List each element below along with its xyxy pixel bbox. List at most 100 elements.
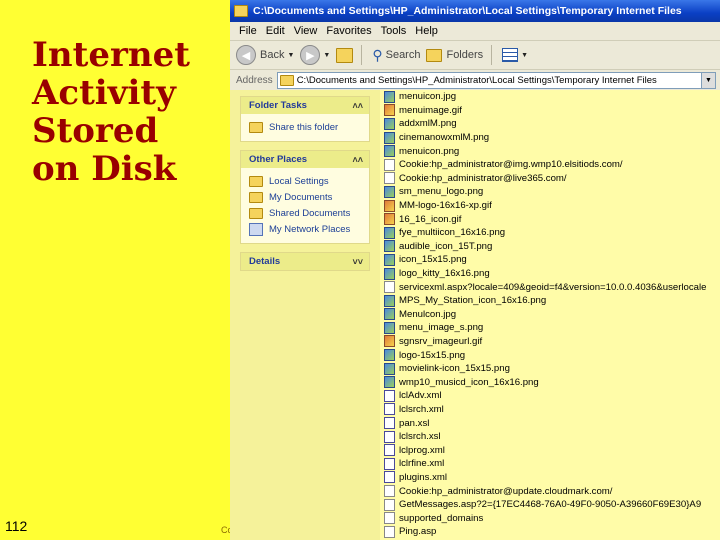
forward-button[interactable]: ▶ ▼ xyxy=(300,45,330,65)
file-item[interactable]: lclsrch.xml xyxy=(384,403,720,417)
place-local-settings[interactable]: Local Settings xyxy=(249,173,363,189)
up-folder-button[interactable] xyxy=(336,47,354,63)
img-file-icon xyxy=(384,294,395,307)
file-item[interactable]: lclAdv.xml xyxy=(384,389,720,403)
file-item[interactable]: sgnsrv_imageurl.gif xyxy=(384,335,720,349)
collapse-chevron-icon[interactable]: ˄˄ xyxy=(352,101,363,111)
menu-edit[interactable]: Edit xyxy=(266,25,285,37)
file-name: GetMessages.asp?2={17EC4468-76A0-49F0-90… xyxy=(399,499,702,511)
details-title: Details xyxy=(249,256,281,267)
file-item[interactable]: lclrfine.xml xyxy=(384,457,720,471)
menu-favorites[interactable]: Favorites xyxy=(326,25,371,37)
title-line: on Disk xyxy=(32,149,177,189)
file-item[interactable]: audible_icon_15T.png xyxy=(384,240,720,254)
folders-button[interactable]: Folders xyxy=(426,48,483,62)
file-name: icon_15x15.png xyxy=(399,254,467,266)
place-my-network-places[interactable]: My Network Places xyxy=(249,221,363,237)
file-item[interactable]: addxmlM.png xyxy=(384,117,720,131)
place-my-documents[interactable]: My Documents xyxy=(249,189,363,205)
address-bar: Address C:\Documents and Settings\HP_Adm… xyxy=(230,70,720,91)
chevron-down-icon: ▼ xyxy=(323,51,331,59)
file-name: movielink-icon_15x15.png xyxy=(399,363,510,375)
file-item[interactable]: pan.xsl xyxy=(384,416,720,430)
expand-chevron-icon[interactable]: ˅˅ xyxy=(352,257,363,267)
file-name: Cookie:hp_administrator@update.cloudmark… xyxy=(399,485,613,497)
menu-view[interactable]: View xyxy=(294,25,318,37)
file-name: fye_multiicon_16x16.png xyxy=(399,227,506,239)
file-name: lclprog.xml xyxy=(399,444,445,456)
window-titlebar[interactable]: C:\Documents and Settings\HP_Administrat… xyxy=(230,0,720,22)
img-file-icon xyxy=(384,308,395,321)
txt-file-icon xyxy=(384,525,395,538)
file-item[interactable]: MM-logo-16x16-xp.gif xyxy=(384,199,720,213)
file-item[interactable]: movielink-icon_15x15.png xyxy=(384,362,720,376)
search-label: Search xyxy=(385,49,421,61)
file-item[interactable]: supported_domains xyxy=(384,511,720,525)
img-file-icon xyxy=(384,362,395,375)
xml-file-icon xyxy=(384,430,395,443)
file-item[interactable]: icon_15x15.png xyxy=(384,253,720,267)
back-button[interactable]: ◀ Back ▼ xyxy=(236,45,294,65)
file-item[interactable]: sm_menu_logo.png xyxy=(384,185,720,199)
views-button[interactable]: ▼ xyxy=(502,48,528,62)
xml-file-icon xyxy=(384,444,395,457)
file-name: supported_domains xyxy=(399,512,484,524)
file-item[interactable]: Cookie:hp_administrator@live365.com/ xyxy=(384,172,720,186)
file-item[interactable]: lclsrch.xsl xyxy=(384,430,720,444)
folder-icon xyxy=(249,175,263,187)
file-name: Cookie:hp_administrator@live365.com/ xyxy=(399,172,567,184)
details-header[interactable]: Details ˅˅ xyxy=(241,253,369,270)
file-item[interactable]: wmp10_musicd_icon_16x16.png xyxy=(384,375,720,389)
menu-file[interactable]: File xyxy=(239,25,257,37)
img-file-icon xyxy=(384,131,395,144)
views-icon xyxy=(502,48,519,62)
folder-tasks-header[interactable]: Folder Tasks ˄˄ xyxy=(241,97,369,114)
file-item[interactable]: GetMessages.asp?2={17EC4468-76A0-49F0-90… xyxy=(384,498,720,512)
file-item[interactable]: Cookie:hp_administrator@img.wmp10.elsiti… xyxy=(384,158,720,172)
file-name: Menulcon.jpg xyxy=(399,308,457,320)
file-name: logo_kitty_16x16.png xyxy=(399,268,490,280)
file-item[interactable]: fye_multiicon_16x16.png xyxy=(384,226,720,240)
file-item[interactable]: cinemanowxmlM.png xyxy=(384,131,720,145)
file-item[interactable]: Menulcon.jpg xyxy=(384,308,720,322)
file-item[interactable]: menuicon.png xyxy=(384,144,720,158)
menu-help[interactable]: Help xyxy=(415,25,438,37)
file-item[interactable]: 16_16_icon.gif xyxy=(384,212,720,226)
file-item[interactable]: menuicon.jpg xyxy=(384,90,720,104)
file-name: lclsrch.xml xyxy=(399,403,444,415)
slide-title: Internet Activity Stored on Disk xyxy=(32,36,212,188)
file-list: menuicon.jpg menuimage.gif addxmlM.png cine… xyxy=(380,90,720,540)
file-name: lclsrch.xsl xyxy=(399,431,441,443)
file-item[interactable]: plugins.xml xyxy=(384,471,720,485)
folder-icon xyxy=(234,5,248,17)
place-shared-documents[interactable]: Shared Documents xyxy=(249,205,363,221)
file-item[interactable]: Ping.asp xyxy=(384,525,720,539)
search-button[interactable]: ⚲ Search xyxy=(372,47,420,64)
file-item[interactable]: menuimage.gif xyxy=(384,104,720,118)
address-dropdown-icon[interactable]: ▼ xyxy=(701,72,715,88)
task-share-folder[interactable]: Share this folder xyxy=(249,119,363,135)
xml-file-icon xyxy=(384,471,395,484)
img-file-icon xyxy=(384,185,395,198)
address-field[interactable]: C:\Documents and Settings\HP_Administrat… xyxy=(276,71,716,89)
file-item[interactable]: servicexml.aspx?locale=409&geoid=f4&vers… xyxy=(384,280,720,294)
file-item[interactable]: logo-15x15.png xyxy=(384,348,720,362)
menu-tools[interactable]: Tools xyxy=(381,25,407,37)
file-name: lclAdv.xml xyxy=(399,390,442,402)
collapse-chevron-icon[interactable]: ˄˄ xyxy=(352,155,363,165)
file-item[interactable]: logo_kitty_16x16.png xyxy=(384,267,720,281)
file-item[interactable]: Cookie:hp_administrator@update.cloudmark… xyxy=(384,484,720,498)
txt-file-icon xyxy=(384,172,395,185)
other-places-header[interactable]: Other Places ˄˄ xyxy=(241,151,369,168)
txt-file-icon xyxy=(384,281,395,294)
file-name: Ping.asp xyxy=(399,526,437,538)
folder-tasks-panel: Folder Tasks ˄˄ Share this folder xyxy=(240,96,370,142)
file-item[interactable]: lclprog.xml xyxy=(384,443,720,457)
toolbar: ◀ Back ▼ ▶ ▼ ⚲ Search Folders ▼ xyxy=(230,41,720,70)
txt-file-icon xyxy=(384,485,395,498)
file-item[interactable]: MPS_My_Station_icon_16x16.png xyxy=(384,294,720,308)
file-name: addxmlM.png xyxy=(399,118,457,130)
folder-tasks-title: Folder Tasks xyxy=(249,100,307,111)
file-item[interactable]: menu_image_s.png xyxy=(384,321,720,335)
file-name: menuicon.png xyxy=(399,145,460,157)
